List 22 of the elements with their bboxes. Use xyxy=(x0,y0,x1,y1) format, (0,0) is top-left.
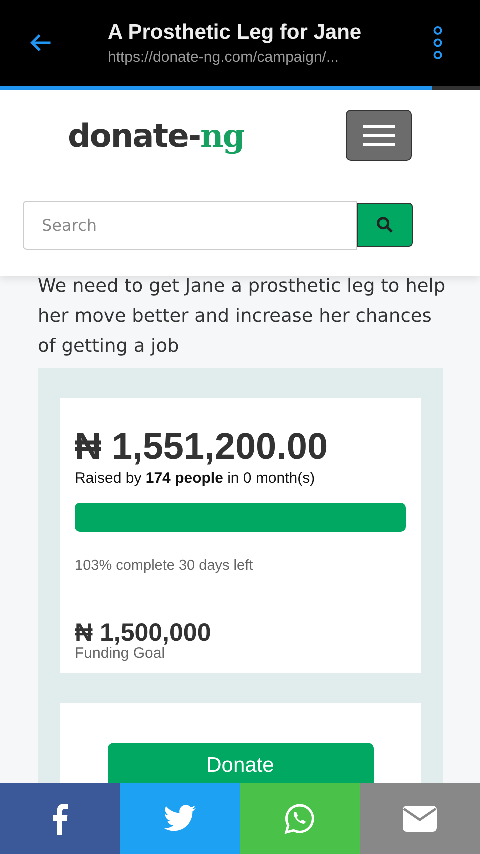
bird-icon xyxy=(164,805,196,832)
campaign-description: We need to get Jane a prosthetic leg to help her move better and increase her chances of getting a job xyxy=(38,275,447,359)
menu-button[interactable] xyxy=(346,110,412,161)
logo[interactable]: donate-ng xyxy=(68,116,244,154)
envelope-icon xyxy=(403,806,437,832)
share-button[interactable] xyxy=(360,783,480,854)
raised-amount: ₦ 1,551,200.00 xyxy=(75,426,330,468)
funding-goal-label: Funding Goal xyxy=(75,646,166,662)
facebook-icon xyxy=(52,802,68,834)
share-button[interactable] xyxy=(0,783,120,854)
page-url: https://donate-ng.com/campaign/... xyxy=(108,48,340,66)
more-options-icon[interactable] xyxy=(432,26,444,60)
menu-icon xyxy=(362,124,396,148)
search-field[interactable]: Search xyxy=(23,201,357,250)
phone-bubble-icon xyxy=(284,802,316,834)
funding-goal-amount: ₦ 1,500,000 xyxy=(75,620,212,646)
share-button[interactable] xyxy=(120,783,240,854)
search-icon xyxy=(375,215,395,235)
progress-text: 103% complete 30 days left xyxy=(75,558,254,574)
raised-by-text: Raised by 174 people in 0 month(s) xyxy=(75,470,316,487)
page-title: A Prosthetic Leg for Jane xyxy=(108,20,363,44)
search-button[interactable] xyxy=(357,203,413,247)
